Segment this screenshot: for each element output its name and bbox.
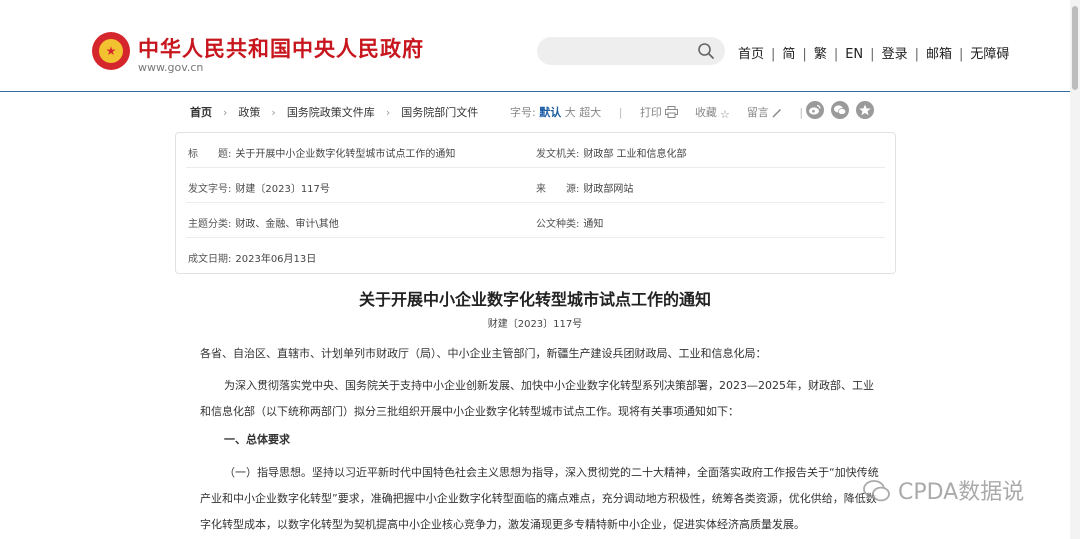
date-value: 2023年06月13日 [235,254,317,265]
doctype-label: 公文种类: [536,219,580,230]
search-input[interactable] [537,37,725,65]
doctype-value: 通知 [583,219,604,230]
national-emblem-logo[interactable]: ★ [92,32,130,70]
breadcrumb: 首页 › 政策 › 国务院政策文件库 › 国务院部门文件 [190,104,478,120]
site-header: ★ 中华人民共和国中央人民政府 www.gov.cn 首页 | 简 | 繁 | EN | 登录 |… [0,0,1070,92]
print-button[interactable]: 打印 [640,106,678,119]
tools-divider: | [799,106,804,119]
section-heading: 一、总体要求 [224,433,290,446]
site-title[interactable]: 中华人民共和国中央人民政府 [138,33,424,63]
nav-login[interactable]: 登录 [882,47,908,62]
search-icon[interactable] [697,42,715,60]
nav-mailbox[interactable]: 邮箱 [926,47,952,62]
star-outline-icon: ☆ [719,108,730,121]
share-icons [806,101,881,123]
scrollbar[interactable] [1070,0,1080,539]
nav-divider: | [833,47,839,62]
title-label: 标 题: [188,149,232,160]
title-value: 关于开展中小企业数字化转型城市试点工作的通知 [235,149,456,160]
pencil-icon [772,108,781,118]
print-label: 打印 [639,106,662,119]
breadcrumb-department-docs[interactable]: 国务院部门文件 [401,106,478,119]
article-intro: 为深入贯彻落实党中央、国务院关于支持中小企业创新发展、加快中小企业数字化转型系列… [200,379,874,418]
chevron-right-icon: › [385,106,391,119]
source-label: 来 源: [536,184,580,195]
nav-divider: | [771,47,776,62]
nav-divider: | [914,47,919,62]
weibo-icon[interactable] [806,101,824,119]
wechat-watermark-icon [863,480,890,502]
nav-accessibility[interactable]: 无障碍 [970,47,1009,62]
nav-divider: | [802,47,807,62]
article-paragraph: （一）指导思想。坚持以习近平新时代中国特色社会主义思想为指导，深入贯彻党的二十大… [200,466,879,531]
topic-value: 财政、金融、审计\其他 [235,219,339,230]
article-tools: 字号: 默认 大 超大 | 打印 收藏 ☆ 留言 | [510,104,817,121]
nav-divider: | [958,47,964,62]
info-row: 主题分类: 财政、金融、审计\其他 公文种类: 通知 [186,203,885,238]
favorite-star-icon[interactable] [856,101,874,119]
favorite-button[interactable]: 收藏 ☆ [694,106,730,121]
breadcrumb-home[interactable]: 首页 [190,106,212,119]
page: ★ 中华人民共和国中央人民政府 www.gov.cn 首页 | 简 | 繁 | EN | 登录 |… [0,0,1080,539]
font-size-label: 字号: [510,106,536,119]
chevron-right-icon: › [223,106,228,119]
top-nav: 首页 | 简 | 繁 | EN | 登录 | 邮箱 | 无障碍 [738,43,1009,62]
article-addressee: 各省、自治区、直辖市、计划单列市财政厅（局）、中小企业主管部门，新疆生产建设兵团… [200,347,767,360]
site-url: www.gov.cn [138,61,204,74]
watermark: CPDA数据说 [862,474,1024,506]
font-size-large[interactable]: 大 [565,106,576,119]
docno-label: 发文字号: [188,184,232,195]
star-icon: ★ [105,44,117,58]
info-row: 成文日期: 2023年06月13日 [186,238,885,273]
comment-label: 留言 [746,106,769,119]
comment-button[interactable]: 留言 [747,106,782,119]
nav-divider: | [870,47,875,62]
nav-simplified[interactable]: 简 [782,47,795,62]
article-doc-number: 财建〔2023〕117号 [487,319,583,330]
nav-traditional[interactable]: 繁 [814,47,827,62]
wechat-icon[interactable] [831,101,849,119]
date-label: 成文日期: [188,254,232,265]
docno-value: 财建〔2023〕117号 [235,184,330,195]
nav-english[interactable]: EN [845,47,863,62]
info-row: 标 题: 关于开展中小企业数字化转型城市试点工作的通知 发文机关: 财政部 工业和信… [186,133,885,168]
topic-label: 主题分类: [188,219,232,230]
issuer-label: 发文机关: [536,149,580,160]
issuer-value: 财政部 工业和信息化部 [583,149,687,160]
tools-divider: | [618,106,623,119]
font-size-xlarge[interactable]: 超大 [579,106,601,119]
breadcrumb-policy[interactable]: 政策 [238,106,260,119]
scrollbar-thumb[interactable] [1072,6,1078,90]
printer-icon [664,106,678,118]
source-value: 财政部网站 [583,184,634,195]
emblem-inner: ★ [99,39,123,63]
article-title: 关于开展中小企业数字化转型城市试点工作的通知 [358,290,711,309]
nav-home[interactable]: 首页 [738,47,764,62]
chevron-right-icon: › [271,106,276,119]
favorite-label: 收藏 [694,106,717,119]
font-size-default[interactable]: 默认 [539,106,561,119]
info-row: 发文字号: 财建〔2023〕117号 来 源: 财政部网站 [186,168,885,203]
document-info-box: 标 题: 关于开展中小企业数字化转型城市试点工作的通知 发文机关: 财政部 工业和信… [175,132,896,274]
breadcrumb-policy-library[interactable]: 国务院政策文件库 [287,106,375,119]
watermark-text: CPDA数据说 [898,480,1025,505]
